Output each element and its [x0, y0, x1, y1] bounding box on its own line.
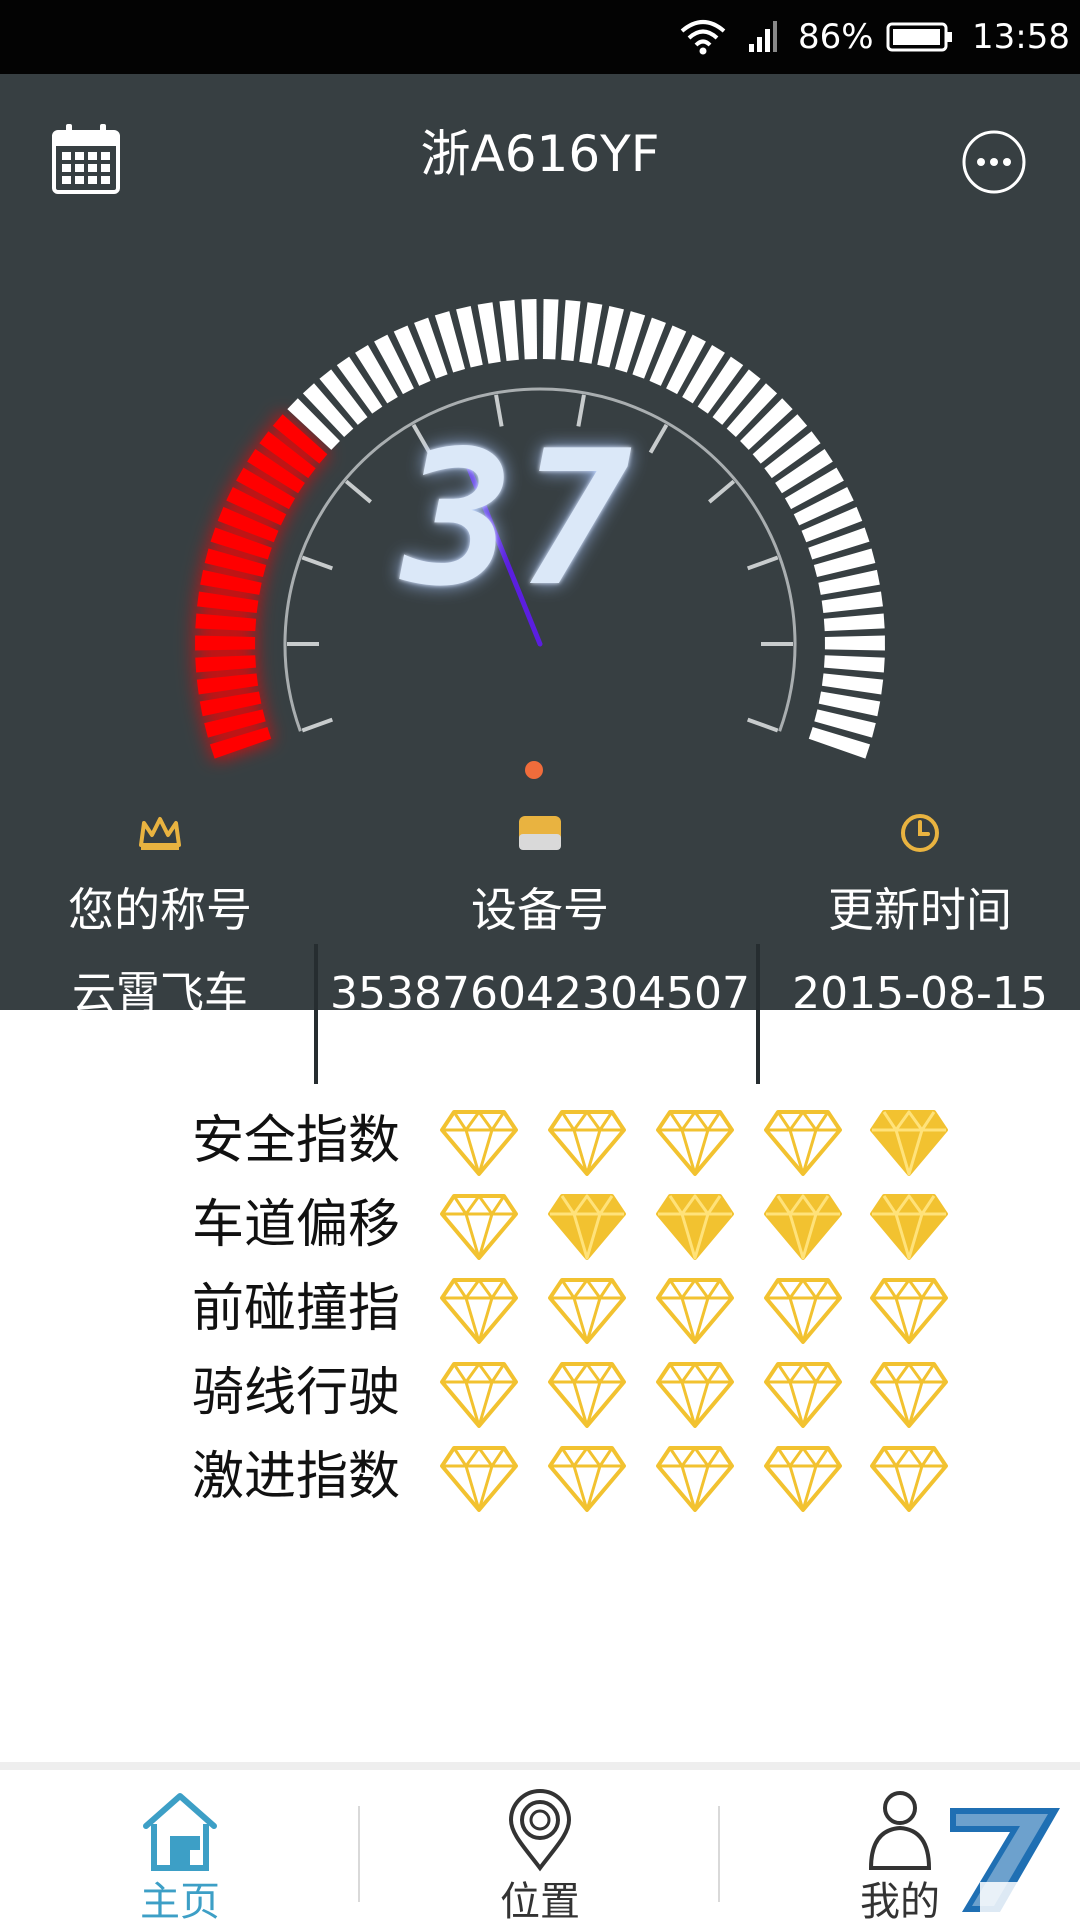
diamond-outline-icon — [656, 1108, 734, 1176]
diamond-outline-icon — [440, 1360, 518, 1428]
gauge-segment — [821, 591, 883, 613]
gauge-segment — [195, 655, 256, 673]
gauge-segment — [542, 299, 559, 360]
nav-home-label: 主页 — [140, 1879, 220, 1925]
nav-separator — [358, 1806, 360, 1902]
gauge-segment — [477, 302, 501, 364]
home-icon — [90, 1788, 270, 1874]
update-info: 更新时间 2015-08-15 — [760, 810, 1080, 1019]
gauge-segment — [195, 635, 256, 651]
diamond-outline-icon — [548, 1360, 626, 1428]
rating-row: 激进指数 — [0, 1436, 1080, 1520]
diamond-outline-icon — [764, 1108, 842, 1176]
status-bar: 86% 13:58 — [0, 0, 1080, 74]
location-pin-icon — [450, 1788, 630, 1874]
diamond-outline-icon — [870, 1276, 948, 1344]
rating-label: 安全指数 — [192, 1111, 401, 1171]
clock-time: 13:58 — [972, 17, 1070, 57]
gauge-tick — [648, 423, 669, 454]
rating-label: 车道偏移 — [192, 1195, 401, 1255]
rating-row: 前碰撞指 — [0, 1268, 1080, 1352]
diamond-outline-icon — [440, 1276, 518, 1344]
diamond-outline-icon — [870, 1444, 948, 1512]
diamond-outline-icon — [656, 1360, 734, 1428]
gauge-segment — [561, 299, 581, 361]
diamond-filled-icon — [548, 1192, 626, 1260]
diamond-outline-icon — [656, 1276, 734, 1344]
gauge-value: 37 — [402, 410, 638, 627]
diamond-filled-icon — [870, 1192, 948, 1260]
card-icon — [320, 810, 760, 856]
nav-home[interactable]: 主页 — [90, 1770, 270, 1928]
divider — [314, 944, 318, 1084]
update-value: 2015-08-15 — [792, 968, 1048, 1019]
gauge-segment — [824, 655, 885, 673]
diamond-outline-icon — [656, 1444, 734, 1512]
gauge-segment — [824, 635, 885, 651]
rating-label: 前碰撞指 — [192, 1279, 401, 1339]
gauge-segment — [579, 302, 603, 364]
rating-label: 激进指数 — [192, 1447, 401, 1507]
device-value: 353876042304507 — [330, 968, 750, 1019]
nav-location-label: 位置 — [500, 1879, 580, 1925]
gauge-tick — [301, 717, 334, 733]
watermark-logo — [950, 1808, 1080, 1916]
gauge-tick — [301, 555, 334, 571]
gauge-tick — [746, 717, 779, 733]
title-label: 您的称号 — [68, 883, 252, 937]
rating-row: 车道偏移 — [0, 1184, 1080, 1268]
rating-row: 骑线行驶 — [0, 1352, 1080, 1436]
cell-signal-icon — [748, 0, 782, 74]
update-label: 更新时间 — [828, 883, 1012, 937]
rating-row: 安全指数 — [0, 1100, 1080, 1184]
gauge-segment — [821, 673, 884, 695]
diamond-outline-icon — [548, 1276, 626, 1344]
gauge-tick — [344, 479, 372, 504]
diamond-outline-icon — [548, 1444, 626, 1512]
device-info: 设备号 353876042304507 — [320, 810, 760, 1019]
title-info: 您的称号 云霄飞车 — [20, 810, 300, 1019]
diamond-outline-icon — [440, 1108, 518, 1176]
clock-icon — [760, 810, 1080, 856]
diamond-filled-icon — [764, 1192, 842, 1260]
diamond-outline-icon — [764, 1360, 842, 1428]
title-value: 云霄飞车 — [72, 968, 248, 1019]
gauge-segment — [521, 299, 538, 360]
diamond-filled-icon — [870, 1108, 948, 1176]
gauge-segment — [195, 613, 257, 632]
gauge-tick — [708, 479, 736, 504]
nav-separator — [718, 1806, 720, 1902]
diamond-outline-icon — [548, 1108, 626, 1176]
page-indicator-dot[interactable] — [525, 761, 543, 779]
gauge-segment — [197, 591, 259, 613]
diamond-outline-icon — [764, 1276, 842, 1344]
gauge-segment — [196, 673, 259, 695]
diamond-outline-icon — [440, 1192, 518, 1260]
diamond-outline-icon — [870, 1360, 948, 1428]
diamond-filled-icon — [656, 1192, 734, 1260]
bottom-nav: 主页 位置 我的 — [0, 1762, 1080, 1928]
wifi-icon — [680, 0, 730, 74]
dashboard-panel: 浙A616YF 37 您的称号 云霄飞车 设备号 353876042304507… — [0, 74, 1080, 1084]
crown-icon — [20, 810, 300, 856]
rating-label: 骑线行驶 — [192, 1363, 401, 1423]
gauge-segment — [499, 299, 519, 361]
battery-percent: 86% — [798, 17, 874, 57]
battery-icon — [886, 0, 956, 74]
device-label: 设备号 — [471, 883, 609, 937]
gauge-tick — [746, 555, 779, 571]
diamond-outline-icon — [440, 1444, 518, 1512]
gauge-segment — [823, 613, 885, 632]
diamond-outline-icon — [764, 1444, 842, 1512]
nav-location[interactable]: 位置 — [450, 1770, 630, 1928]
